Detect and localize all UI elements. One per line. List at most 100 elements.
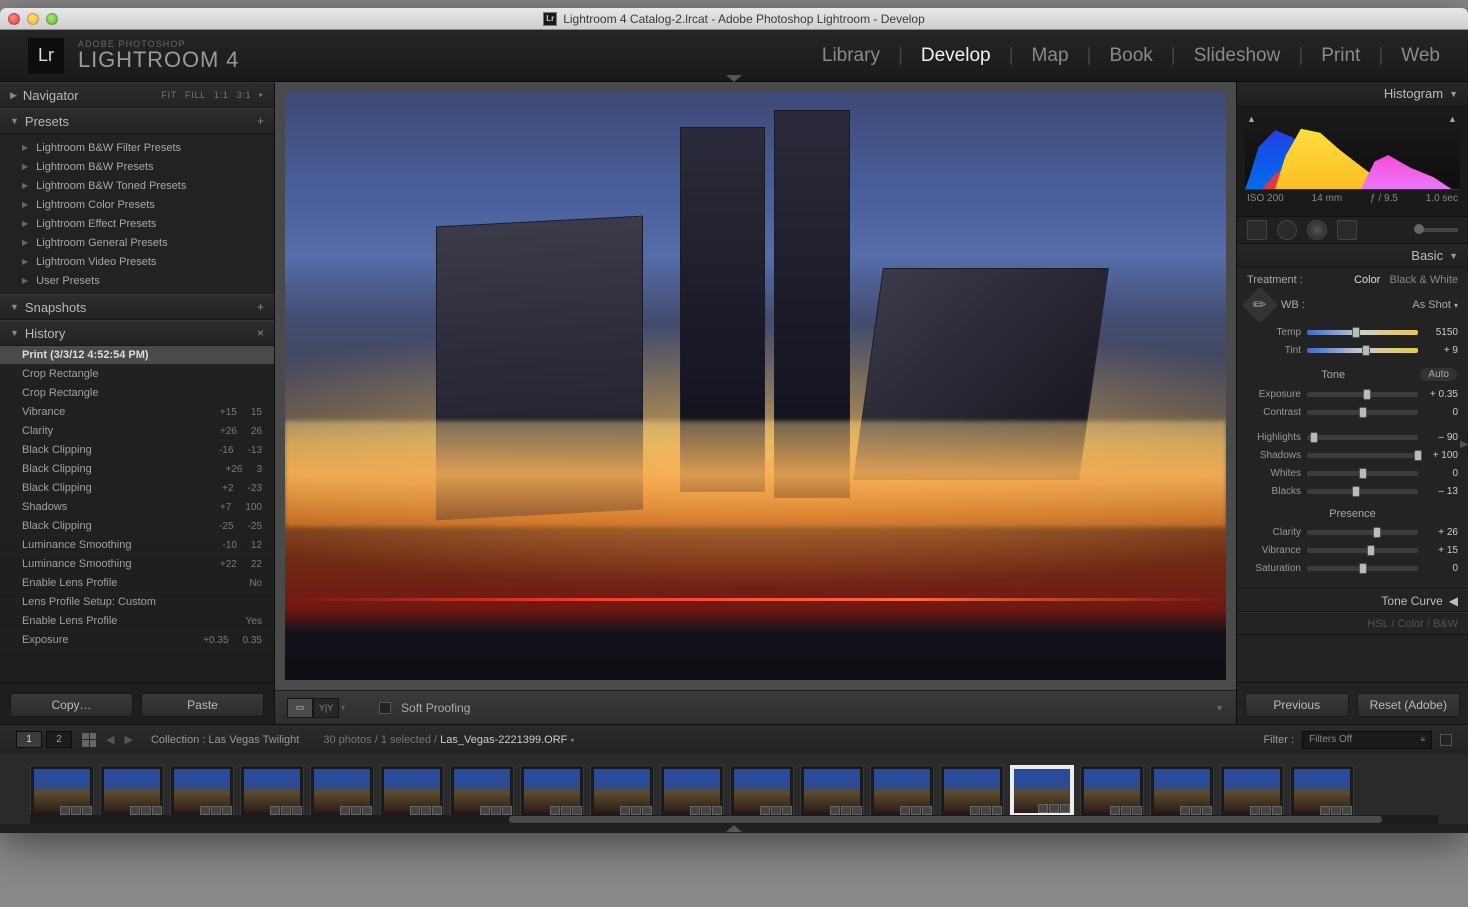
wb-dropdown[interactable]: As Shot ▾ [1412,299,1458,311]
paste-button[interactable]: Paste [141,693,264,717]
crop-tool-icon[interactable] [1247,220,1267,240]
preset-folder-item[interactable]: ▶Lightroom B&W Filter Presets [22,138,274,157]
filmstrip-thumbnail[interactable] [1080,765,1144,817]
history-row[interactable]: Luminance Smoothing+2222 [0,555,274,574]
slider-shadows[interactable]: Shadows+ 100 [1247,447,1458,464]
history-header[interactable]: ▼History × [0,320,274,346]
preset-folder-item[interactable]: ▶Lightroom B&W Presets [22,157,274,176]
filmstrip[interactable] [0,754,1468,824]
snapshots-add-button[interactable]: + [257,300,264,314]
treatment-bw[interactable]: Black & White [1390,274,1458,286]
presets-add-button[interactable]: + [257,114,264,128]
filmstrip-thumbnail[interactable] [240,765,304,817]
reset-button[interactable]: Reset (Adobe) [1357,693,1461,717]
shadow-clip-indicator[interactable]: ▲ [1247,114,1257,124]
nav-forward-icon[interactable]: ▶ [124,733,132,746]
nav-back-icon[interactable]: ◀ [106,733,114,746]
auto-tone-button[interactable]: Auto [1419,367,1458,382]
filmstrip-collapse-handle[interactable] [0,824,1468,833]
slider-temp[interactable]: Temp5150 [1247,324,1458,341]
nav-zoom-3to1[interactable]: 3:1 [237,90,252,100]
filmstrip-thumbnail[interactable] [1010,765,1074,817]
filmstrip-thumbnail[interactable] [940,765,1004,817]
filmstrip-thumbnail[interactable] [660,765,724,817]
loupe-view-button[interactable]: ▭ [287,698,313,718]
preset-folder-item[interactable]: ▶Lightroom Video Presets [22,252,274,271]
previous-button[interactable]: Previous [1245,693,1349,717]
filmstrip-thumbnail[interactable] [100,765,164,817]
slider-contrast[interactable]: Contrast0 [1247,404,1458,421]
preset-folder-item[interactable]: ▶Lightroom B&W Toned Presets [22,176,274,195]
history-row[interactable]: Black Clipping+263 [0,460,274,479]
history-row[interactable]: Vibrance+1515 [0,403,274,422]
navigator-header[interactable]: ▶Navigator FIT FILL 1:1 3:1 ▸ [0,82,274,108]
before-after-yy-button[interactable]: Y|Y [313,698,339,718]
history-row[interactable]: Luminance Smoothing-1012 [0,536,274,555]
history-row[interactable]: Print (3/3/12 4:52:54 PM) [0,346,274,365]
redeye-tool-icon[interactable] [1307,220,1327,240]
preset-folder-item[interactable]: ▶User Presets [22,271,274,290]
history-row[interactable]: Clarity+2626 [0,422,274,441]
filmstrip-thumbnail[interactable] [800,765,864,817]
history-row[interactable]: Lens Profile Setup: Custom [0,593,274,612]
module-print[interactable]: Print [1321,45,1360,67]
nav-zoom-fill[interactable]: FILL [185,90,206,100]
filmstrip-thumbnail[interactable] [30,765,94,817]
monitor-1-button[interactable]: 1 [16,731,42,748]
slider-saturation[interactable]: Saturation0 [1247,560,1458,577]
preset-folder-item[interactable]: ▶Lightroom General Presets [22,233,274,252]
filmstrip-thumbnail[interactable] [520,765,584,817]
history-row[interactable]: Shadows+7100 [0,498,274,517]
history-row[interactable]: Black Clipping-25-25 [0,517,274,536]
collection-name[interactable]: Las Vegas Twilight [208,734,299,746]
histogram-header[interactable]: Histogram▼ [1237,82,1468,106]
filmstrip-thumbnail[interactable] [450,765,514,817]
filmstrip-scrollbar[interactable] [30,815,1438,824]
module-book[interactable]: Book [1109,45,1152,67]
history-row[interactable]: Crop Rectangle [0,365,274,384]
basic-header[interactable]: Basic▼ [1237,244,1468,268]
snapshots-header[interactable]: ▼Snapshots + [0,294,274,320]
filmstrip-thumbnail[interactable] [380,765,444,817]
filmstrip-thumbnail[interactable] [1290,765,1354,817]
module-library[interactable]: Library [822,45,880,67]
module-develop[interactable]: Develop [921,45,991,67]
wb-eyedropper-icon[interactable]: ✎ [1242,287,1279,324]
highlight-clip-indicator[interactable]: ▲ [1448,114,1458,124]
hsl-header[interactable]: HSL / Color / B&W [1237,612,1468,635]
right-panel-collapse-handle[interactable]: ▶ [1460,432,1468,458]
module-map[interactable]: Map [1032,45,1069,67]
history-row[interactable]: Black Clipping-16-13 [0,441,274,460]
preset-folder-item[interactable]: ▶Lightroom Effect Presets [22,214,274,233]
history-row[interactable]: Crop Rectangle [0,384,274,403]
filmstrip-thumbnail[interactable] [730,765,794,817]
filmstrip-thumbnail[interactable] [310,765,374,817]
slider-blacks[interactable]: Blacks– 13 [1247,483,1458,500]
history-row[interactable]: Black Clipping+2-23 [0,479,274,498]
tonecurve-header[interactable]: Tone Curve◀ [1237,589,1468,612]
slider-vibrance[interactable]: Vibrance+ 15 [1247,542,1458,559]
slider-exposure[interactable]: Exposure+ 0.35 [1247,386,1458,403]
monitor-2-button[interactable]: 2 [46,731,72,748]
history-row[interactable]: Enable Lens ProfileNo [0,574,274,593]
presets-header[interactable]: ▼Presets + [0,108,274,134]
history-clear-button[interactable]: × [257,326,264,340]
history-row[interactable]: Enable Lens ProfileYes [0,612,274,631]
nav-zoom-fit[interactable]: FIT [161,90,177,100]
preset-folder-item[interactable]: ▶Lightroom Color Presets [22,195,274,214]
filmstrip-thumbnail[interactable] [1150,765,1214,817]
nav-zoom-1to1[interactable]: 1:1 [214,90,229,100]
grid-view-icon[interactable] [82,733,96,747]
slider-tint[interactable]: Tint+ 9 [1247,342,1458,359]
graduated-filter-tool-icon[interactable] [1337,220,1357,240]
slider-whites[interactable]: Whites0 [1247,465,1458,482]
treatment-color[interactable]: Color [1354,274,1380,286]
module-slideshow[interactable]: Slideshow [1194,45,1281,67]
histogram-canvas[interactable]: ▲ ▲ [1245,112,1460,190]
filmstrip-thumbnail[interactable] [870,765,934,817]
toolbar-menu-icon[interactable]: ▼ [1215,703,1224,713]
filmstrip-thumbnail[interactable] [170,765,234,817]
slider-clarity[interactable]: Clarity+ 26 [1247,524,1458,541]
filter-dropdown[interactable]: Filters Off≡ [1302,731,1432,749]
module-web[interactable]: Web [1401,45,1440,67]
